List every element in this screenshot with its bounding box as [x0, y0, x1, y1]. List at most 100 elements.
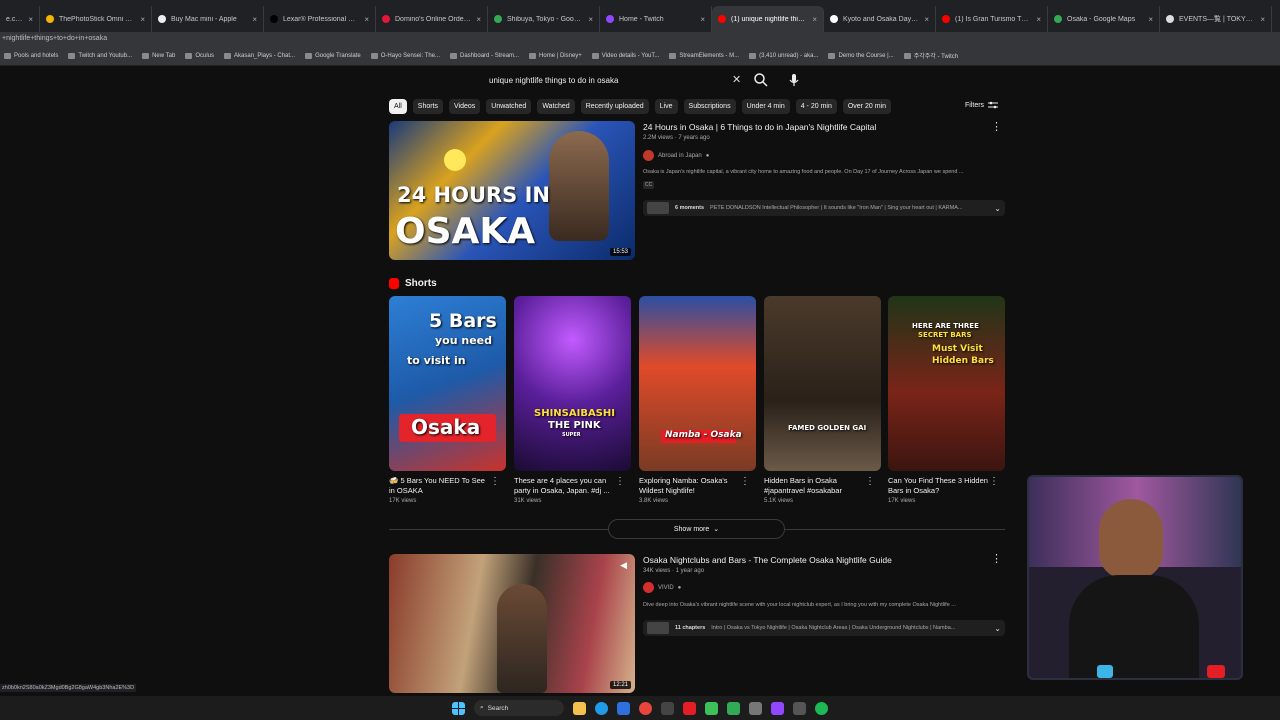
filter-chip[interactable]: Under 4 min [741, 99, 790, 114]
browser-tab[interactable]: Domino's Online Ordering × [376, 6, 488, 32]
close-tab-icon[interactable]: × [1148, 15, 1153, 24]
app-icon[interactable] [749, 701, 762, 715]
short-title[interactable]: Can You Find These 3 Hidden Bars in Osak… [888, 476, 988, 496]
close-tab-icon[interactable]: × [140, 15, 145, 24]
bookmark-item[interactable]: New Tab [142, 52, 175, 59]
close-tab-icon[interactable]: × [1036, 15, 1041, 24]
search-query[interactable]: unique nightlife things to do in osaka [489, 76, 618, 85]
address-bar[interactable]: +nightlife+things+to+do+in+osaka [0, 32, 1280, 46]
browser-tab[interactable]: (1) Is Gran Turismo The Best × [936, 6, 1048, 32]
more-options-icon[interactable]: ⋮ [490, 476, 500, 487]
filter-chip[interactable]: Live [654, 99, 678, 114]
channel-info[interactable]: VIVID ● [643, 582, 681, 593]
channel-name[interactable]: Abroad in Japan [658, 153, 702, 159]
clear-search-icon[interactable]: ✕ [732, 73, 741, 86]
mail-icon[interactable] [617, 701, 630, 715]
video-title[interactable]: Osaka Nightclubs and Bars - The Complete… [643, 555, 892, 565]
browser-tab[interactable]: (1) unique nightlife things to × [712, 6, 824, 32]
chrome-icon[interactable] [639, 701, 652, 715]
filter-chip[interactable]: Unwatched [486, 99, 532, 114]
bookmark-item[interactable]: (3,410 unread) - aka... [749, 52, 818, 59]
video-thumbnail[interactable]: ◀ 12:21 [389, 554, 635, 693]
filter-chip[interactable]: All [389, 99, 407, 114]
short-item[interactable]: HERE ARE THREE SECRET BARS Must Visit Hi… [888, 296, 1005, 504]
filter-chip[interactable]: 4 - 20 min [795, 99, 837, 114]
search-box[interactable]: unique nightlife things to do in osaka ✕ [481, 70, 749, 90]
short-item[interactable]: 5 Bars you need to visit in Osaka 🍻 5 Ba… [389, 296, 506, 504]
filter-chip[interactable]: Subscriptions [683, 99, 736, 114]
bookmark-item[interactable]: Home | Disney+ [529, 52, 582, 59]
chevron-down-icon[interactable]: ⌄ [994, 624, 1001, 633]
bookmark-item[interactable]: Video details - YouT... [591, 52, 659, 59]
bookmark-item[interactable]: Google Translate [305, 52, 361, 59]
short-title[interactable]: These are 4 places you can party in Osak… [514, 476, 614, 496]
bookmark-item[interactable]: Demo the Course |... [828, 52, 894, 59]
browser-tab[interactable]: Home - Twitch × [600, 6, 712, 32]
short-thumbnail[interactable]: Namba - Osaka [639, 296, 756, 471]
browser-tab[interactable]: Osaka - Google Maps × [1048, 6, 1160, 32]
short-title[interactable]: 🍻 5 Bars You NEED To See in OSAKA [389, 476, 489, 496]
browser-tab[interactable]: ThePhotoStick Omni 32GB, Pl × [40, 6, 152, 32]
filters-button[interactable]: Filters [965, 101, 999, 110]
more-options-icon[interactable]: ⋮ [991, 552, 1002, 565]
file-explorer-icon[interactable] [573, 701, 586, 715]
more-options-icon[interactable]: ⋮ [740, 476, 750, 487]
close-tab-icon[interactable]: × [252, 15, 257, 24]
short-thumbnail[interactable]: SHINSAIBASHI THE PINK SUPER [514, 296, 631, 471]
filter-chip[interactable]: Videos [449, 99, 481, 114]
bookmark-item[interactable]: O-Hayo Sensei: The... [370, 52, 440, 59]
close-tab-icon[interactable]: × [476, 15, 481, 24]
browser-tab[interactable]: Lexar® Professional Go Porta × [264, 6, 376, 32]
more-options-icon[interactable]: ⋮ [991, 120, 1002, 133]
browser-tab[interactable]: EVENTS—覧 | TOKYO TORCH × [1160, 6, 1272, 32]
app-icon[interactable] [793, 701, 806, 715]
short-thumbnail[interactable]: HERE ARE THREE SECRET BARS Must Visit Hi… [888, 296, 1005, 471]
short-item[interactable]: SHINSAIBASHI THE PINK SUPER These are 4 … [514, 296, 631, 504]
channel-name[interactable]: VIVID [658, 585, 674, 591]
mute-icon[interactable]: ◀ [620, 560, 627, 571]
close-tab-icon[interactable]: × [812, 15, 817, 24]
browser-tab[interactable]: Shibuya, Tokyo - Google Map × [488, 6, 600, 32]
chapters[interactable]: 11 chapters Intro | Osaka vs Tokyo Night… [643, 620, 1005, 636]
xbox-icon[interactable] [705, 701, 718, 715]
bookmark-item[interactable]: Akasan_Plays - Chat... [224, 52, 295, 59]
close-tab-icon[interactable]: × [700, 15, 705, 24]
short-thumbnail[interactable]: 5 Bars you need to visit in Osaka [389, 296, 506, 471]
short-title[interactable]: Hidden Bars in Osaka #japantravel #osaka… [764, 476, 864, 496]
short-title[interactable]: Exploring Namba: Osaka's Wildest Nightli… [639, 476, 739, 496]
taskbar-search[interactable]: ⌕ Search [474, 700, 564, 716]
bookmark-item[interactable]: Twitch and Youtub... [68, 52, 132, 59]
youtube-icon[interactable] [683, 701, 696, 715]
close-tab-icon[interactable]: × [924, 15, 929, 24]
twitch-icon[interactable] [771, 701, 784, 715]
more-options-icon[interactable]: ⋮ [615, 476, 625, 487]
close-tab-icon[interactable]: × [588, 15, 593, 24]
channel-avatar[interactable] [643, 150, 654, 161]
close-tab-icon[interactable]: × [1260, 15, 1265, 24]
bookmark-item[interactable]: 주각주각 - Twitch [903, 51, 958, 60]
app-icon[interactable] [727, 701, 740, 715]
search-icon[interactable] [753, 72, 769, 88]
filter-chip[interactable]: Recently uploaded [580, 99, 649, 114]
bookmark-item[interactable]: StreamElements - M... [669, 52, 739, 59]
edge-icon[interactable] [595, 701, 608, 715]
short-item[interactable]: Namba - Osaka Exploring Namba: Osaka's W… [639, 296, 756, 504]
calendar-icon[interactable] [661, 701, 674, 715]
channel-info[interactable]: Abroad in Japan ● [643, 150, 709, 161]
browser-tab[interactable]: e.co.jp × [0, 6, 40, 32]
short-item[interactable]: FAMED GOLDEN GAI Hidden Bars in Osaka #j… [764, 296, 881, 504]
spotify-icon[interactable] [815, 701, 828, 715]
browser-tab[interactable]: Kyoto and Osaka Day Trip | K × [824, 6, 936, 32]
video-title[interactable]: 24 Hours in Osaka | 6 Things to do in Ja… [643, 122, 876, 132]
more-options-icon[interactable]: ⋮ [989, 476, 999, 487]
close-tab-icon[interactable]: × [28, 15, 33, 24]
bookmark-item[interactable]: Pools and hotels [4, 52, 58, 59]
windows-start-icon[interactable] [452, 701, 465, 715]
video-thumbnail[interactable]: 24 HOURS IN OSAKA 15:53 [389, 121, 635, 260]
microphone-icon[interactable] [786, 72, 802, 88]
channel-avatar[interactable] [643, 582, 654, 593]
filter-chip[interactable]: Shorts [412, 99, 444, 114]
filter-chip[interactable]: Over 20 min [842, 99, 891, 114]
short-thumbnail[interactable]: FAMED GOLDEN GAI [764, 296, 881, 471]
chevron-down-icon[interactable]: ⌄ [994, 204, 1001, 213]
